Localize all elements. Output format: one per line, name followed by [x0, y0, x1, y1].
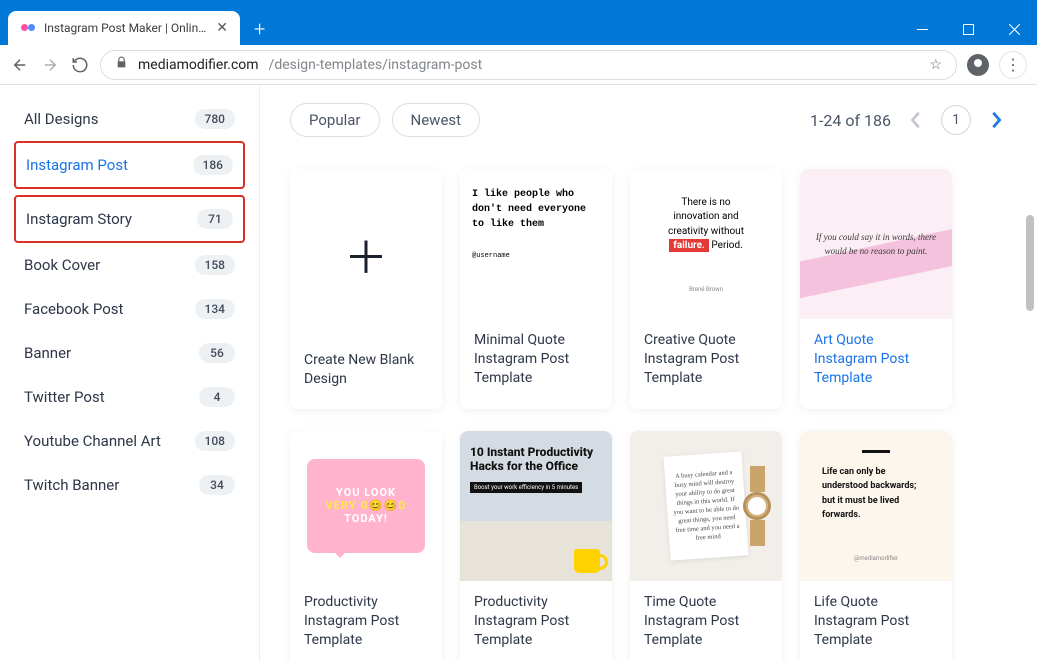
- template-thumbnail: I like people who don't need everyone to…: [460, 169, 612, 319]
- template-card[interactable]: If you could say it in words, there woul…: [800, 169, 952, 409]
- template-title: Minimal Quote Instagram Post Template: [460, 319, 612, 408]
- back-button[interactable]: [10, 55, 30, 75]
- minimize-button[interactable]: [899, 13, 945, 45]
- sidebar-item-count: 108: [195, 431, 235, 451]
- sidebar-item-count: 780: [195, 109, 235, 129]
- filter-newest[interactable]: Newest: [392, 103, 481, 137]
- template-thumbnail: ＋: [290, 169, 442, 339]
- sidebar-item-label: Instagram Post: [26, 156, 128, 174]
- template-title: Create New Blank Design: [290, 339, 442, 409]
- template-title: Time Quote Instagram Post Template: [630, 581, 782, 661]
- page-range: 1-24 of 186: [810, 111, 891, 130]
- url-path: /design-templates/instagram-post: [269, 57, 483, 73]
- profile-button[interactable]: [967, 54, 989, 76]
- template-card[interactable]: There is noinnovation andcreativity with…: [630, 169, 782, 409]
- sidebar-item-instagram-story[interactable]: Instagram Story 71: [14, 195, 245, 243]
- sidebar-item-label: Book Cover: [24, 256, 100, 274]
- reload-button[interactable]: [70, 55, 90, 75]
- bookmark-star-icon[interactable]: ☆: [929, 57, 942, 73]
- category-sidebar: All Designs780Instagram Post186Instagram…: [0, 85, 260, 661]
- template-card[interactable]: 10 Instant Productivity Hacks for the Of…: [460, 431, 612, 661]
- page-prev-button[interactable]: [905, 111, 927, 129]
- sidebar-item-count: 158: [195, 255, 235, 275]
- page-next-button[interactable]: [985, 111, 1007, 129]
- template-card[interactable]: A busy calendar and a busy mind will des…: [630, 431, 782, 661]
- sidebar-item-facebook-post[interactable]: Facebook Post 134: [14, 287, 245, 331]
- template-card[interactable]: I like people who don't need everyone to…: [460, 169, 612, 409]
- sidebar-item-twitter-post[interactable]: Twitter Post 4: [14, 375, 245, 419]
- filter-popular[interactable]: Popular: [290, 103, 380, 137]
- sidebar-item-count: 71: [197, 209, 233, 229]
- template-gallery: Popular Newest 1-24 of 186 1 ＋ Create New…: [260, 85, 1037, 661]
- sidebar-item-banner[interactable]: Banner 56: [14, 331, 245, 375]
- maximize-button[interactable]: [945, 13, 991, 45]
- template-thumbnail: If you could say it in words, there woul…: [800, 169, 952, 319]
- sidebar-item-label: Twitch Banner: [24, 476, 119, 494]
- template-title: Productivity Instagram Post Template: [290, 581, 442, 661]
- browser-titlebar: Instagram Post Maker | Online Te ✕ +: [0, 0, 1037, 45]
- sidebar-item-count: 134: [195, 299, 235, 319]
- sidebar-item-label: Facebook Post: [24, 300, 123, 318]
- url-domain: mediamodifier.com: [138, 57, 259, 73]
- sidebar-item-count: 4: [199, 387, 235, 407]
- sidebar-item-twitch-banner[interactable]: Twitch Banner 34: [14, 463, 245, 507]
- template-thumbnail: Life can only be understood backwards; b…: [800, 431, 952, 581]
- sidebar-item-count: 186: [193, 155, 233, 175]
- favicon-icon: [20, 20, 36, 36]
- template-card[interactable]: Life can only be understood backwards; b…: [800, 431, 952, 661]
- browser-toolbar: mediamodifier.com/design-templates/insta…: [0, 45, 1037, 85]
- sidebar-item-count: 34: [199, 475, 235, 495]
- sidebar-item-all-designs[interactable]: All Designs 780: [14, 97, 245, 141]
- template-thumbnail: A busy calendar and a busy mind will des…: [630, 431, 782, 581]
- sidebar-item-label: Instagram Story: [26, 210, 132, 228]
- template-title: Creative Quote Instagram Post Template: [630, 319, 782, 408]
- forward-button[interactable]: [40, 55, 60, 75]
- template-card[interactable]: ＋ Create New Blank Design: [290, 169, 442, 409]
- lock-icon: [115, 56, 128, 73]
- tab-title: Instagram Post Maker | Online Te: [44, 21, 208, 35]
- template-card[interactable]: YOU LOOKVERY G😊😊DTODAY!Productivity Inst…: [290, 431, 442, 661]
- browser-menu-button[interactable]: ⋮: [999, 51, 1027, 79]
- sidebar-item-book-cover[interactable]: Book Cover 158: [14, 243, 245, 287]
- template-thumbnail: There is noinnovation andcreativity with…: [630, 169, 782, 319]
- address-bar[interactable]: mediamodifier.com/design-templates/insta…: [100, 50, 957, 80]
- close-window-button[interactable]: [991, 13, 1037, 45]
- close-icon[interactable]: ✕: [216, 20, 228, 36]
- sidebar-item-count: 56: [199, 343, 235, 363]
- plus-icon: ＋: [344, 222, 388, 286]
- new-tab-button[interactable]: +: [240, 17, 279, 45]
- sidebar-item-instagram-post[interactable]: Instagram Post 186: [14, 141, 245, 189]
- sidebar-item-label: All Designs: [24, 110, 98, 128]
- template-thumbnail: 10 Instant Productivity Hacks for the Of…: [460, 431, 612, 581]
- sidebar-item-youtube-channel-art[interactable]: Youtube Channel Art 108: [14, 419, 245, 463]
- page-current: 1: [941, 105, 971, 135]
- template-thumbnail: YOU LOOKVERY G😊😊DTODAY!: [290, 431, 442, 581]
- template-title: Productivity Instagram Post Template: [460, 581, 612, 661]
- sidebar-item-label: Banner: [24, 344, 71, 362]
- browser-tab[interactable]: Instagram Post Maker | Online Te ✕: [8, 11, 240, 45]
- template-title: Life Quote Instagram Post Template: [800, 581, 952, 661]
- sidebar-item-label: Youtube Channel Art: [24, 432, 161, 450]
- pagination: 1-24 of 186 1: [810, 105, 1007, 135]
- sidebar-item-label: Twitter Post: [24, 388, 105, 406]
- template-title: Art Quote Instagram Post Template: [800, 319, 952, 408]
- scrollbar-thumb[interactable]: [1026, 215, 1034, 311]
